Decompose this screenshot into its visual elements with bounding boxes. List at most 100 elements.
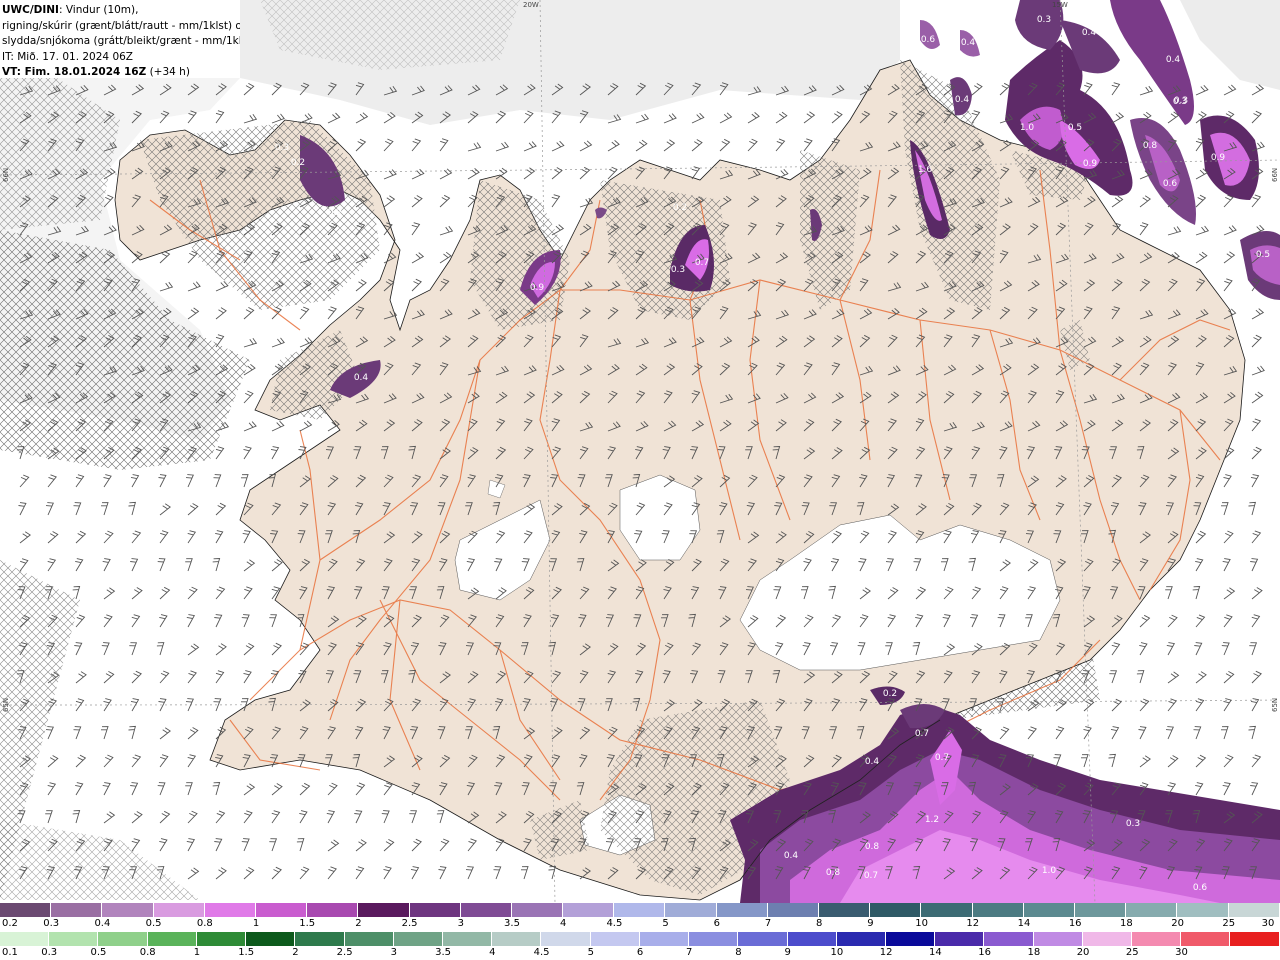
- snow-legend-tick-label: 8: [816, 918, 823, 929]
- rain-legend-swatch: [885, 932, 936, 946]
- precip-value-label: 0.4: [1082, 28, 1097, 38]
- precip-value-label: 0.7: [935, 753, 949, 763]
- rain-legend-swatch: [1181, 932, 1231, 946]
- rain-legend-tick-label: 0.1: [2, 947, 18, 958]
- precip-value-label: 0.9: [1083, 159, 1098, 169]
- snow-legend-tick-label: 25: [1222, 918, 1236, 929]
- rain-legend-swatch: [541, 932, 591, 946]
- snow-legend-swatch: [870, 903, 922, 917]
- rain-color-bar: [0, 932, 1280, 946]
- snow-legend-swatch: [307, 903, 359, 917]
- rain-legend-swatch: [1082, 932, 1133, 946]
- snow-legend-tick-label: 4.5: [606, 918, 623, 929]
- snow-legend-tick-label: 1.5: [299, 918, 316, 929]
- glacier-hofsjokull: [619, 474, 701, 561]
- snow-legend-tick-label: 30: [1261, 918, 1275, 929]
- rain-legend-tick-label: 2.5: [336, 947, 353, 958]
- precip-value-label: 0.8: [865, 842, 880, 852]
- snow-legend-swatch: [204, 903, 256, 917]
- snow-legend-tick-label: 2.5: [401, 918, 418, 929]
- precip-value-label: 0.7: [864, 871, 878, 881]
- snow-legend-swatch: [767, 903, 819, 917]
- snow-legend-swatch: [614, 903, 666, 917]
- lon-label-15w: 15W: [1052, 1, 1068, 9]
- rain-legend-tick-label: 4.5: [533, 947, 550, 958]
- snow-legend-swatch: [409, 903, 461, 917]
- precip-value-label: 0.6: [921, 35, 936, 45]
- rain-legend-tick-label: 9: [784, 947, 791, 958]
- rain-legend-tick-label: 3.5: [435, 947, 452, 958]
- precip-value-label: 0.5: [1068, 123, 1082, 133]
- snow-legend-swatch: [1074, 903, 1127, 917]
- snow-legend-tick-label: 14: [1017, 918, 1031, 929]
- snow-legend-swatch: [1023, 903, 1075, 917]
- rain-legend-swatch: [1033, 932, 1083, 946]
- precip-value-label: 0.4: [354, 373, 369, 383]
- rain-legend-swatch: [393, 932, 443, 946]
- rain-legend-swatch: [787, 932, 837, 946]
- weather-map: 0.30.20.20.40.90.30.70.21.60.40.20.40.30…: [0, 0, 1280, 903]
- precip-value-label: 0.4: [1166, 55, 1181, 65]
- snow-legend-tick-label: 0.3: [43, 918, 60, 929]
- precip-value-label: 1.2: [925, 815, 939, 825]
- precip-value-label: 0.4: [961, 38, 976, 48]
- rain-legend-swatch: [196, 932, 247, 946]
- subtitle-rain: rigning/skúrir (grænt/blátt/rautt - mm/1…: [2, 19, 240, 32]
- snow-legend-tick-label: 0.2: [2, 918, 18, 929]
- snow-legend-swatch: [972, 903, 1024, 917]
- snow-legend-tick-label: 0.4: [94, 918, 111, 929]
- rain-legend-tick-label: 2: [292, 947, 299, 958]
- snow-legend-tick-label: 6: [713, 918, 720, 929]
- rain-legend-tick-label: 30: [1175, 947, 1188, 958]
- rain-legend-swatch: [344, 932, 394, 946]
- snow-legend-tick-label: 2: [355, 918, 362, 929]
- precip-value-label: 0.2: [291, 158, 305, 168]
- snow-legend-swatch: [102, 903, 154, 917]
- rain-legend-tick-label: 14: [929, 947, 942, 958]
- snow-legend-tick-label: 0.8: [196, 918, 213, 929]
- rain-legend-swatch: [492, 932, 542, 946]
- rain-legend-swatch: [1230, 932, 1280, 946]
- precip-value-label: 0.4: [784, 851, 799, 861]
- precip-value-label: 0.7: [1119, 65, 1133, 75]
- rain-legend-tick-label: 3: [390, 947, 398, 958]
- rain-legend-tick-label: 7: [686, 947, 693, 958]
- map-header: UWC/DINI: Vindur (10m), rigning/skúrir (…: [0, 0, 240, 78]
- rain-legend-swatch: [590, 932, 640, 946]
- snow-legend-tick-label: 9: [867, 918, 874, 929]
- snow-legend-tick-label: 16: [1068, 918, 1082, 929]
- precip-value-label: 1.0: [1020, 123, 1035, 133]
- rain-legend-swatch: [1132, 932, 1182, 946]
- precip-value-label: 0.3: [1037, 15, 1051, 25]
- snow-legend-swatch: [665, 903, 717, 917]
- snow-legend-tick-label: 0.5: [145, 918, 162, 929]
- snow-legend-swatch: [0, 903, 52, 917]
- rain-legend-swatch: [738, 932, 788, 946]
- rain-legend-tick-label: 6: [636, 947, 644, 958]
- lat-label-right-66n: 66N: [1271, 167, 1279, 182]
- precip-value-label: 0.3: [1174, 96, 1188, 106]
- precip-value-label: 0.7: [695, 258, 709, 268]
- snow-legend-tick-label: 7: [764, 918, 772, 929]
- snow-legend-swatch: [563, 903, 615, 917]
- precip-value-label: 0.6: [1163, 179, 1178, 189]
- precip-value-label: 0.8: [826, 868, 841, 878]
- rain-legend-tick-label: 1.5: [238, 947, 255, 958]
- rain-legend-tick-label: 1: [193, 947, 201, 958]
- precip-value-label: 0.4: [865, 757, 880, 767]
- rain-legend-swatch: [984, 932, 1034, 946]
- model-name: UWC/DINI: [2, 4, 59, 16]
- snow-tick-labels: 0.2 0.3 0.4 0.5 0.8 1 1.5 2 2.5 3 3.5 4 4.5 5 6 7 8 9 10 12…: [0, 917, 1280, 931]
- snow-legend-tick-label: 4: [560, 918, 567, 929]
- rain-legend-tick-label: 25: [1125, 947, 1139, 958]
- rain-legend-tick-label: 5: [587, 947, 594, 958]
- snow-color-bar: [0, 903, 1280, 917]
- rain-legend-tick-label: 0.8: [139, 947, 156, 958]
- precip-value-label: 0.7: [915, 729, 929, 739]
- precip-value-label: 0.2: [883, 689, 897, 699]
- precip-value-label: 1.6: [918, 165, 933, 175]
- initial-time: IT: Mið. 17. 01. 2024 06Z: [2, 50, 133, 63]
- rain-legend-tick-label: 0.5: [90, 947, 107, 958]
- rain-legend-tick-label: 20: [1076, 947, 1090, 958]
- lat-label-left-65n: 65N: [2, 697, 10, 712]
